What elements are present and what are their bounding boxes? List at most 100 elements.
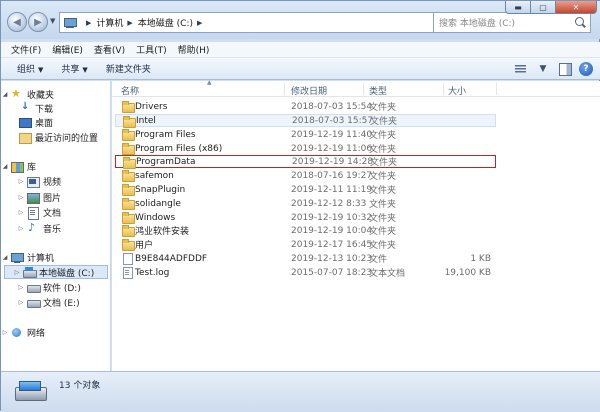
expand-icon[interactable]: ▷ xyxy=(17,225,25,232)
nav-computer[interactable]: ◢ 计算机 xyxy=(1,250,54,264)
new-folder-button[interactable]: 新建文件夹 xyxy=(106,62,151,75)
expand-icon[interactable]: ▷ xyxy=(17,209,25,216)
nav-item-drive-d[interactable]: ▷ 软件 (D:) xyxy=(17,280,81,294)
folder-icon xyxy=(122,184,135,196)
menu-help[interactable]: 帮助(H) xyxy=(178,43,210,56)
file-name: Intel xyxy=(136,115,156,126)
nav-item-videos[interactable]: ▷ 视频 xyxy=(17,174,61,188)
column-date[interactable]: 修改日期 xyxy=(291,84,327,97)
organize-button[interactable]: 组织 ▼ xyxy=(17,62,43,75)
nav-favorites[interactable]: ◢ 收藏夹 xyxy=(1,87,54,101)
nav-network[interactable]: ▷ 网络 xyxy=(1,325,45,339)
menu-file[interactable]: 文件(F) xyxy=(11,43,41,56)
collapse-icon[interactable]: ◢ xyxy=(1,254,9,261)
file-date: 2018-07-03 15:57 xyxy=(292,115,374,126)
search-input[interactable]: 搜索 本地磁盘 (C:) xyxy=(433,12,591,33)
column-size[interactable]: 大小 xyxy=(448,84,466,97)
nav-item-drive-c[interactable]: ▷ 本地磁盘 (C:) xyxy=(4,265,108,279)
address-bar-area: ◀ ▶ ▼ ▶ 计算机 ▶ 本地磁盘 (C:) ▶ 搜索 本地磁盘 (C:) ▬… xyxy=(1,1,600,39)
drive-large-icon xyxy=(15,379,47,403)
file-name: safemon xyxy=(135,170,174,181)
file-type: 文件夹 xyxy=(369,103,397,113)
file-date: 2019-12-19 10:04 xyxy=(291,225,373,236)
explorer-window: ◀ ▶ ▼ ▶ 计算机 ▶ 本地磁盘 (C:) ▶ 搜索 本地磁盘 (C:) ▬… xyxy=(0,0,600,412)
change-view-icon[interactable] xyxy=(513,61,529,77)
collapse-icon[interactable]: ◢ xyxy=(1,91,9,98)
file-name: ProgramData xyxy=(136,156,196,167)
nav-item-documents[interactable]: ▷ 文档 xyxy=(17,205,61,220)
back-button[interactable]: ◀ xyxy=(7,12,27,32)
help-icon[interactable]: ? xyxy=(579,62,593,76)
breadcrumb-computer[interactable]: 计算机 xyxy=(96,16,123,29)
nav-libraries[interactable]: ◢ 库 xyxy=(1,159,36,173)
menu-edit[interactable]: 编辑(E) xyxy=(52,43,83,56)
table-row[interactable]: solidangle 2019-12-12 8:33 文件夹 xyxy=(115,197,496,210)
expand-icon[interactable]: ▷ xyxy=(17,284,25,291)
expand-icon[interactable]: ▷ xyxy=(17,194,25,201)
nav-item-drive-e[interactable]: ▷ 文档 (E:) xyxy=(17,295,80,309)
videos-icon xyxy=(27,176,40,188)
table-row[interactable]: 鸿业软件安装 2019-12-19 10:04 文件夹 xyxy=(115,224,496,237)
file-type: 文件夹 xyxy=(369,200,397,210)
table-row[interactable]: 用户 2019-12-17 16:45 文件夹 xyxy=(115,238,496,251)
recent-pages-dropdown[interactable]: ▼ xyxy=(50,17,55,25)
nav-item-label: 软件 (D:) xyxy=(43,283,81,294)
collapse-icon[interactable]: ◢ xyxy=(1,163,9,170)
menu-view[interactable]: 查看(V) xyxy=(94,43,125,56)
forward-button[interactable]: ▶ xyxy=(28,12,48,32)
minimize-button[interactable]: ▬ xyxy=(505,1,531,14)
table-row[interactable]: Program Files 2019-12-19 11:40 文件夹 xyxy=(115,128,496,141)
network-icon xyxy=(11,327,23,338)
breadcrumb[interactable]: ▶ 计算机 ▶ 本地磁盘 (C:) ▶ xyxy=(59,12,491,33)
expand-icon[interactable]: ▷ xyxy=(13,269,21,276)
table-row-highlighted[interactable]: ProgramData 2019-12-19 14:28 文件夹 xyxy=(115,155,496,169)
expand-icon[interactable]: ▷ xyxy=(17,299,25,306)
table-row[interactable]: Windows 2019-12-19 10:32 文件夹 xyxy=(115,211,496,224)
close-button[interactable]: ✕ xyxy=(555,1,597,14)
table-row[interactable]: safemon 2018-07-16 19:27 文件夹 xyxy=(115,169,496,182)
table-row[interactable]: Drivers 2018-07-03 15:54 文件夹 xyxy=(115,100,496,113)
preview-pane-icon[interactable] xyxy=(557,61,573,77)
details-pane: 13 个对象 xyxy=(1,371,600,412)
table-row[interactable]: Test.log 2015-07-07 18:23 文本文档 19,100 KB xyxy=(115,266,496,279)
nav-item-pictures[interactable]: ▷ 图片 xyxy=(17,190,61,204)
column-divider[interactable] xyxy=(284,83,285,95)
nav-item-label: 文档 (E:) xyxy=(43,298,80,309)
nav-item-desktop[interactable]: 桌面 xyxy=(17,115,53,129)
expand-icon[interactable]: ▷ xyxy=(17,178,25,185)
file-date: 2019-12-19 11:40 xyxy=(291,129,373,140)
column-divider[interactable] xyxy=(363,83,364,95)
maximize-button[interactable]: ▢ xyxy=(530,1,556,14)
file-type: 文件夹 xyxy=(370,117,398,127)
breadcrumb-separator-icon[interactable]: ▶ xyxy=(127,19,132,27)
table-row[interactable]: Program Files (x86) 2019-12-19 11:06 文件夹 xyxy=(115,142,496,155)
organize-label: 组织 xyxy=(17,65,36,75)
column-name[interactable]: 名称 xyxy=(121,84,139,97)
column-type[interactable]: 类型 xyxy=(369,84,387,97)
share-button[interactable]: 共享 ▼ xyxy=(61,62,87,75)
nav-item-recent[interactable]: 最近访问的位置 xyxy=(17,130,98,144)
folder-icon xyxy=(122,212,135,224)
column-divider[interactable] xyxy=(443,83,444,95)
file-type: 文件夹 xyxy=(370,158,398,168)
file-date: 2019-12-19 11:06 xyxy=(291,143,373,154)
nav-item-music[interactable]: ▷ 音乐 xyxy=(17,221,61,235)
nav-computer-label: 计算机 xyxy=(27,253,55,264)
table-row[interactable]: SnapPlugin 2019-12-11 11:19 文件夹 xyxy=(115,183,496,196)
file-list: ▲ 名称 修改日期 类型 大小 Drivers 2018-07-03 15:54… xyxy=(112,79,600,371)
breadcrumb-separator-icon[interactable]: ▶ xyxy=(86,19,91,27)
folder-icon xyxy=(123,157,136,169)
breadcrumb-local-disk-c[interactable]: 本地磁盘 (C:) xyxy=(138,16,193,29)
table-row[interactable]: B9E844ADFDDF 2019-12-13 10:23 文件 1 KB xyxy=(115,252,496,265)
file-type: 文件夹 xyxy=(369,145,397,155)
nav-item-downloads[interactable]: 下载 xyxy=(17,101,53,115)
column-divider[interactable] xyxy=(496,83,497,95)
breadcrumb-separator-icon[interactable]: ▶ xyxy=(197,19,202,27)
view-options-dropdown[interactable]: ▼ xyxy=(535,61,551,77)
music-icon xyxy=(27,221,39,234)
menu-tools[interactable]: 工具(T) xyxy=(136,43,167,56)
table-row[interactable]: Intel 2018-07-03 15:57 文件夹 xyxy=(115,114,496,128)
search-icon[interactable] xyxy=(575,17,586,28)
expand-icon[interactable]: ▷ xyxy=(1,329,9,336)
nav-item-label: 最近访问的位置 xyxy=(35,133,99,144)
